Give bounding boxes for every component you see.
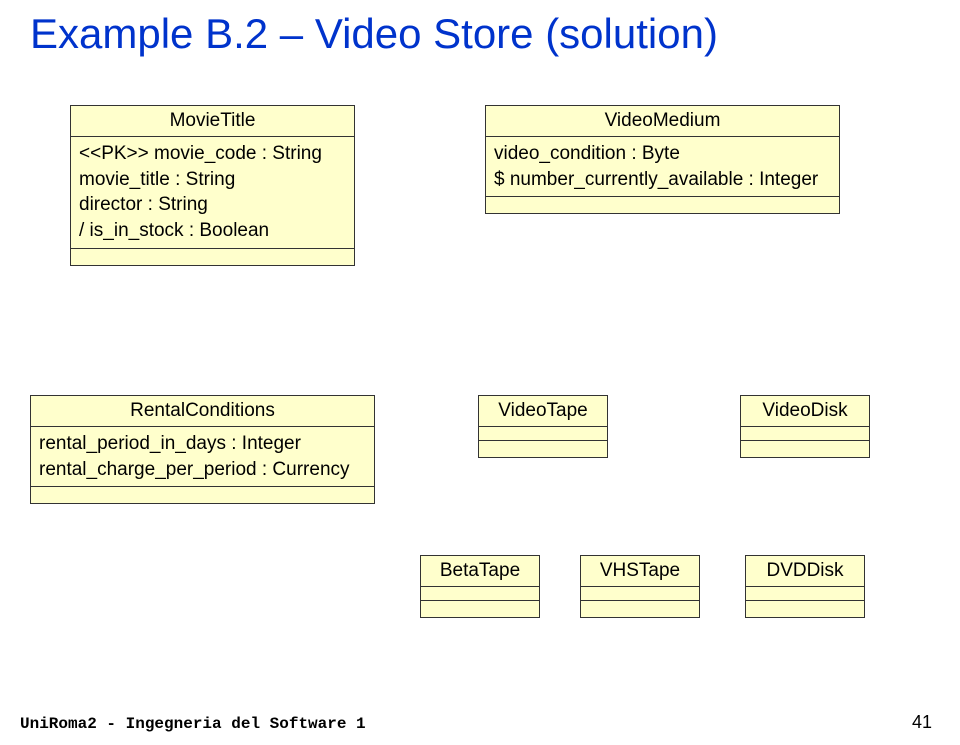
class-name: DVDDisk bbox=[746, 556, 864, 587]
attr: movie_title : String bbox=[79, 167, 346, 193]
class-attributes bbox=[479, 427, 607, 441]
class-operations bbox=[479, 441, 607, 457]
class-attributes bbox=[746, 587, 864, 601]
attr: / is_in_stock : Boolean bbox=[79, 218, 346, 244]
attr: $ number_currently_available : Integer bbox=[494, 167, 831, 193]
class-attributes: video_condition : Byte $ number_currentl… bbox=[486, 137, 839, 197]
class-operations bbox=[486, 197, 839, 213]
class-operations bbox=[421, 601, 539, 617]
class-vhstape: VHSTape bbox=[580, 555, 700, 618]
footer-text: UniRoma2 - Ingegneria del Software 1 bbox=[20, 715, 366, 733]
class-attributes bbox=[581, 587, 699, 601]
class-operations bbox=[746, 601, 864, 617]
class-operations bbox=[71, 249, 354, 265]
class-name: RentalConditions bbox=[31, 396, 374, 427]
attr: rental_period_in_days : Integer bbox=[39, 431, 366, 457]
class-name: BetaTape bbox=[421, 556, 539, 587]
class-movietitle: MovieTitle <<PK>> movie_code : String mo… bbox=[70, 105, 355, 266]
class-videodisk: VideoDisk bbox=[740, 395, 870, 458]
class-name: VideoMedium bbox=[486, 106, 839, 137]
class-name: VideoTape bbox=[479, 396, 607, 427]
class-videomedium: VideoMedium video_condition : Byte $ num… bbox=[485, 105, 840, 214]
class-name: VHSTape bbox=[581, 556, 699, 587]
class-attributes bbox=[741, 427, 869, 441]
class-rentalconditions: RentalConditions rental_period_in_days :… bbox=[30, 395, 375, 504]
class-operations bbox=[581, 601, 699, 617]
page-title: Example B.2 – Video Store (solution) bbox=[30, 10, 718, 58]
attr: rental_charge_per_period : Currency bbox=[39, 457, 366, 483]
class-videotape: VideoTape bbox=[478, 395, 608, 458]
attr: video_condition : Byte bbox=[494, 141, 831, 167]
attr: <<PK>> movie_code : String bbox=[79, 141, 346, 167]
class-betatape: BetaTape bbox=[420, 555, 540, 618]
attr: director : String bbox=[79, 192, 346, 218]
class-attributes bbox=[421, 587, 539, 601]
page-number: 41 bbox=[912, 712, 932, 733]
class-name: MovieTitle bbox=[71, 106, 354, 137]
class-operations bbox=[741, 441, 869, 457]
class-name: VideoDisk bbox=[741, 396, 869, 427]
class-operations bbox=[31, 487, 374, 503]
class-dvddisk: DVDDisk bbox=[745, 555, 865, 618]
class-attributes: <<PK>> movie_code : String movie_title :… bbox=[71, 137, 354, 249]
class-attributes: rental_period_in_days : Integer rental_c… bbox=[31, 427, 374, 487]
